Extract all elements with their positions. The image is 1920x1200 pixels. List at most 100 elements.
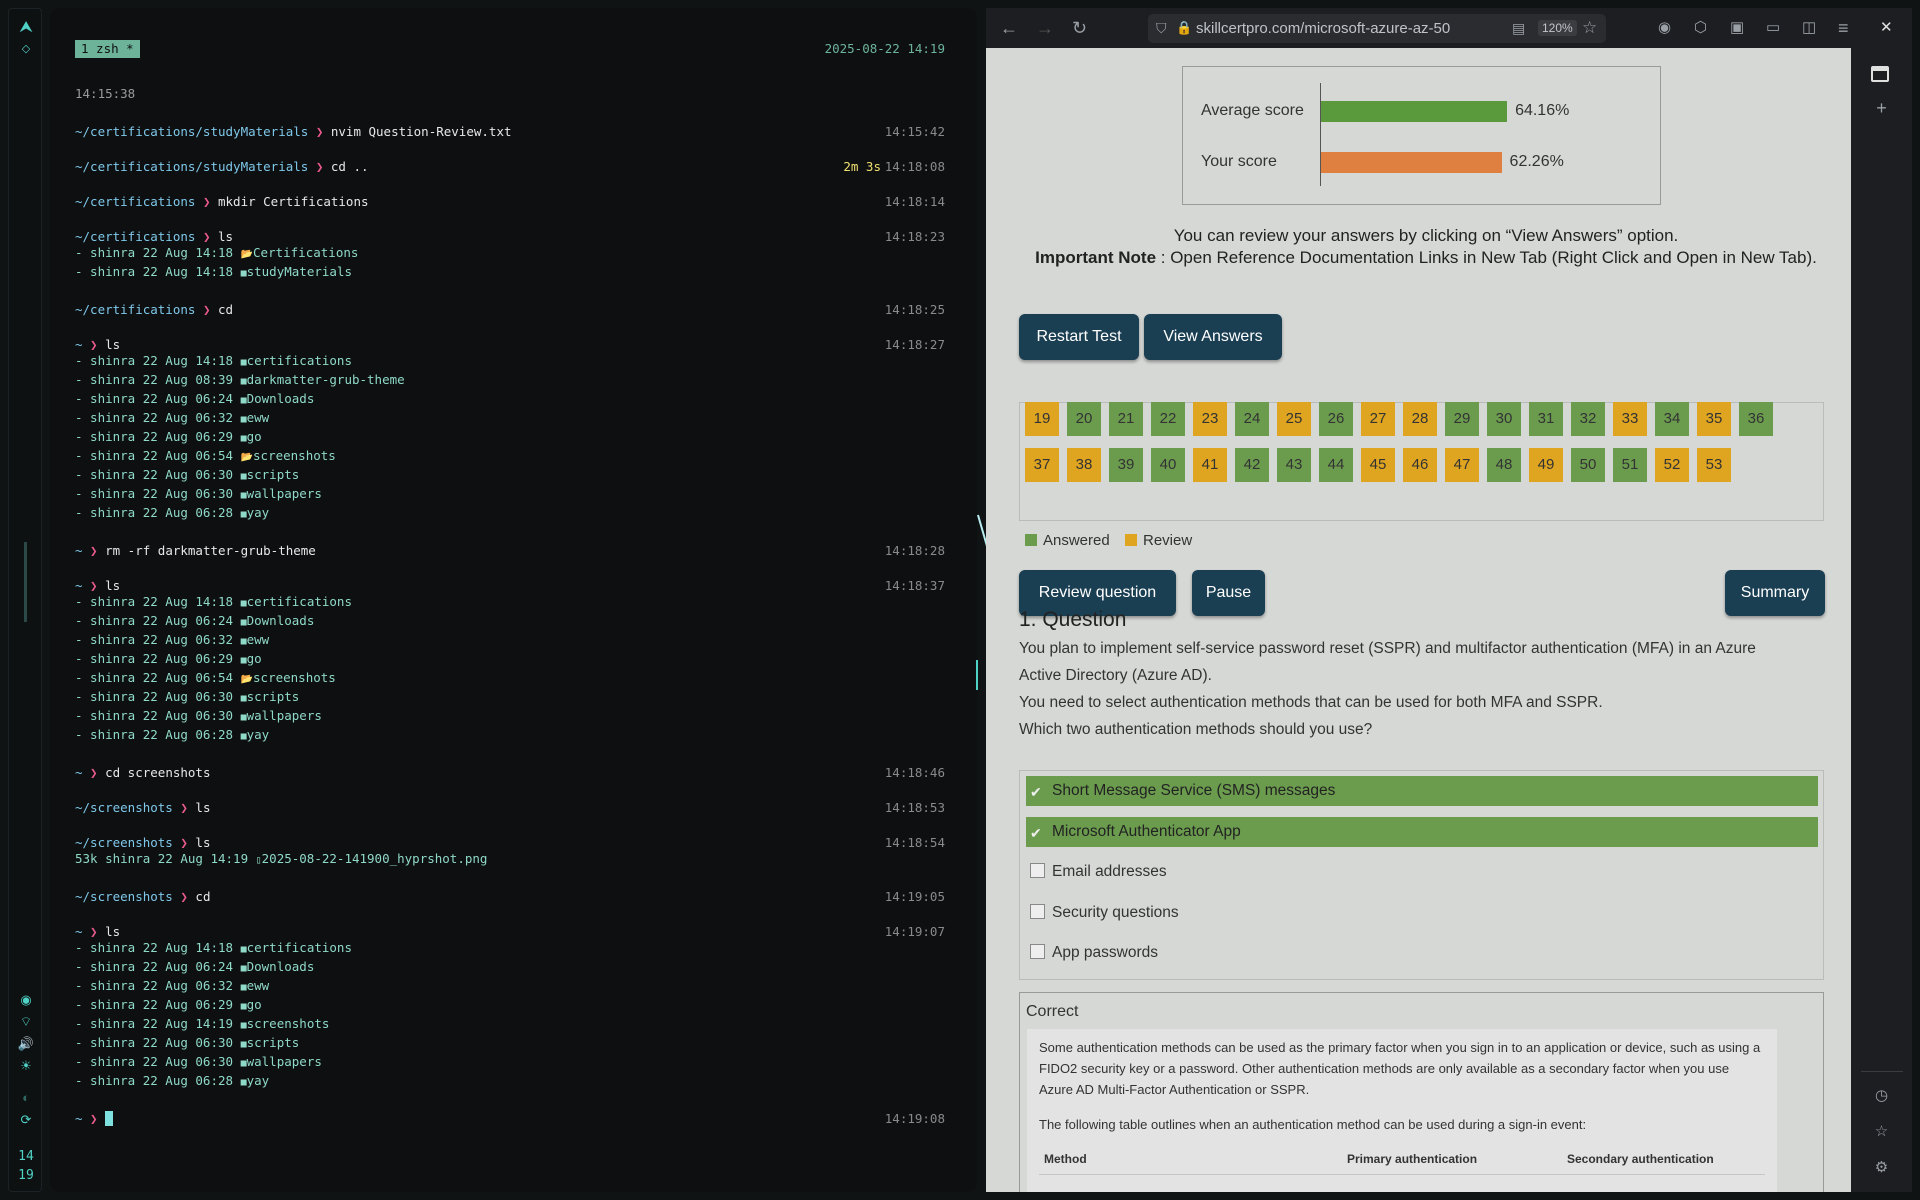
ls-entry-name: wallpapers <box>246 1054 322 1069</box>
history-icon[interactable]: ◷ <box>1851 1086 1912 1104</box>
ls-entry-name: 2025-08-22-141900_hyprshot.png <box>261 851 488 866</box>
ls-entry-name: Downloads <box>246 391 315 406</box>
power-profile-icon[interactable]: ◐ <box>9 1090 43 1105</box>
checkmark-icon[interactable]: ✔ <box>1030 825 1045 841</box>
question-number-button[interactable]: 35 <box>1697 402 1731 436</box>
question-number-button[interactable]: 26 <box>1319 402 1353 436</box>
restart-test-button[interactable]: Restart Test <box>1019 314 1139 360</box>
command-timestamp: 14:19:07 <box>884 924 945 939</box>
question-number-button[interactable]: 28 <box>1403 402 1437 436</box>
wifi-icon[interactable]: ⌔ <box>9 1014 43 1030</box>
question-number-button[interactable]: 53 <box>1697 448 1731 482</box>
ls-entry-name: screenshots <box>246 1016 330 1031</box>
command-timestamp: 14:18:53 <box>884 800 945 815</box>
question-number-button[interactable]: 30 <box>1487 402 1521 436</box>
question-number-button[interactable]: 19 <box>1025 402 1059 436</box>
forward-icon[interactable]: → <box>1036 18 1054 38</box>
question-number-button[interactable]: 43 <box>1277 448 1311 482</box>
answer-option[interactable]: App passwords <box>1026 938 1818 968</box>
volume-icon[interactable]: 🔊 <box>9 1036 43 1052</box>
account-icon[interactable]: ◉ <box>1658 18 1671 38</box>
reload-icon[interactable]: ↻ <box>1072 18 1087 38</box>
question-number-button[interactable]: 52 <box>1655 448 1689 482</box>
prompt-arrow-icon: ❯ <box>82 337 106 352</box>
question-number-button[interactable]: 36 <box>1739 402 1773 436</box>
checkbox[interactable] <box>1030 863 1045 878</box>
checkbox[interactable] <box>1030 903 1045 919</box>
diamond-icon[interactable]: ◇ <box>9 42 43 55</box>
question-number-button[interactable]: 34 <box>1655 402 1689 436</box>
question-number-button[interactable]: 49 <box>1529 448 1563 482</box>
question-number-button[interactable]: 27 <box>1361 402 1395 436</box>
question-number-button[interactable]: 22 <box>1151 402 1185 436</box>
question-number-button[interactable]: 41 <box>1193 448 1227 482</box>
prompt-arrow-icon: ❯ <box>172 835 196 850</box>
question-number-button[interactable]: 32 <box>1571 402 1605 436</box>
menu-icon[interactable]: ≡ <box>1838 18 1849 38</box>
tab-view-icon[interactable]: ◫ <box>1802 18 1816 38</box>
question-number-button[interactable]: 47 <box>1445 448 1479 482</box>
answer-option[interactable]: Email addresses <box>1026 857 1818 887</box>
question-number-button[interactable]: 37 <box>1025 448 1059 482</box>
prompt-dir: ~ <box>75 337 83 352</box>
extensions-icon[interactable]: ⬡ <box>1694 18 1707 38</box>
ls-entry-meta: - shinra 22 Aug 08:39 <box>75 372 241 387</box>
back-icon[interactable]: ← <box>1000 18 1018 38</box>
browser-window[interactable]: ← → ↻ ⛉ 🔒 skillcertpro.com/microsoft-azu… <box>986 8 1912 1192</box>
checkbox[interactable] <box>1030 944 1045 959</box>
terminal-tab[interactable]: 1 zsh * <box>75 40 140 58</box>
question-number-button[interactable]: 48 <box>1487 448 1521 482</box>
question-number-button[interactable]: 39 <box>1109 448 1143 482</box>
terminal-cursor[interactable] <box>105 1111 114 1126</box>
question-number-button[interactable]: 46 <box>1403 448 1437 482</box>
sidebar-toggle-icon[interactable]: ▭ <box>1766 18 1780 38</box>
close-icon[interactable]: ✕ <box>1880 18 1893 38</box>
shield-icon[interactable]: ⛉ <box>1156 20 1167 37</box>
bookmarks-icon[interactable]: ☆ <box>1851 1122 1912 1140</box>
question-number-button[interactable]: 23 <box>1193 402 1227 436</box>
container-icon[interactable]: ▣ <box>1730 18 1744 38</box>
question-number-button[interactable]: 45 <box>1361 448 1395 482</box>
launcher-icon[interactable]: ⮝ <box>9 19 43 37</box>
question-number-button[interactable]: 29 <box>1445 402 1479 436</box>
eye-icon[interactable]: ◉ <box>9 992 43 1008</box>
answer-option[interactable]: ✔ Short Message Service (SMS) messages <box>1026 776 1818 806</box>
summary-button[interactable]: Summary <box>1725 570 1825 616</box>
question-number-button[interactable]: 51 <box>1613 448 1647 482</box>
question-number-button[interactable]: 21 <box>1109 402 1143 436</box>
answer-option-label: Short Message Service (SMS) messages <box>1052 782 1336 799</box>
url-text[interactable]: skillcertpro.com/microsoft-azure-az-50 <box>1196 20 1481 37</box>
answer-option[interactable]: Security questions <box>1026 898 1818 928</box>
question-number-button[interactable]: 44 <box>1319 448 1353 482</box>
brightness-icon[interactable]: ☀ <box>9 1058 43 1074</box>
pause-button[interactable]: Pause <box>1192 570 1265 616</box>
checkmark-icon[interactable]: ✔ <box>1030 785 1045 800</box>
ls-entry: - shinra 22 Aug 08:39 ■darkmatter-grub-t… <box>75 372 945 388</box>
reader-view-icon[interactable]: ▤ <box>1512 20 1525 37</box>
sidebar-panel-icon[interactable] <box>1871 66 1889 82</box>
terminal-window[interactable]: 1 zsh * 2025-08-22 14:19 14:15:38 ~/cert… <box>50 8 977 1192</box>
question-number-button[interactable]: 38 <box>1067 448 1101 482</box>
question-number-button[interactable]: 31 <box>1529 402 1563 436</box>
url-bar[interactable]: ⛉ 🔒 skillcertpro.com/microsoft-azure-az-… <box>1148 14 1606 43</box>
question-number-button[interactable]: 50 <box>1571 448 1605 482</box>
question-number-button[interactable]: 42 <box>1235 448 1269 482</box>
question-number-button[interactable]: 40 <box>1151 448 1185 482</box>
question-number-button[interactable]: 33 <box>1613 402 1647 436</box>
prompt-arrow-icon: ❯ <box>82 765 106 780</box>
bookmark-star-icon[interactable]: ☆ <box>1582 18 1597 38</box>
settings-gear-icon[interactable]: ⚙ <box>1851 1158 1912 1176</box>
add-icon[interactable]: + <box>1851 98 1912 119</box>
terminal-command-line: ~/certifications ❯ ls 14:18:23 <box>75 229 945 245</box>
question-number-button[interactable]: 20 <box>1067 402 1101 436</box>
prompt-dir: ~ <box>75 543 83 558</box>
question-number-button[interactable]: 25 <box>1277 402 1311 436</box>
view-answers-button[interactable]: View Answers <box>1144 314 1282 360</box>
ls-entry-meta: 53k shinra 22 Aug 14:19 <box>75 851 256 866</box>
question-number-button[interactable]: 24 <box>1235 402 1269 436</box>
zoom-level[interactable]: 120% <box>1538 20 1577 36</box>
answer-option[interactable]: ✔ Microsoft Authenticator App <box>1026 816 1818 847</box>
update-icon[interactable]: ⟳ <box>9 1112 43 1128</box>
lock-icon[interactable]: 🔒 <box>1176 20 1192 36</box>
review-hint: You can review your answers by clicking … <box>1173 226 1679 245</box>
